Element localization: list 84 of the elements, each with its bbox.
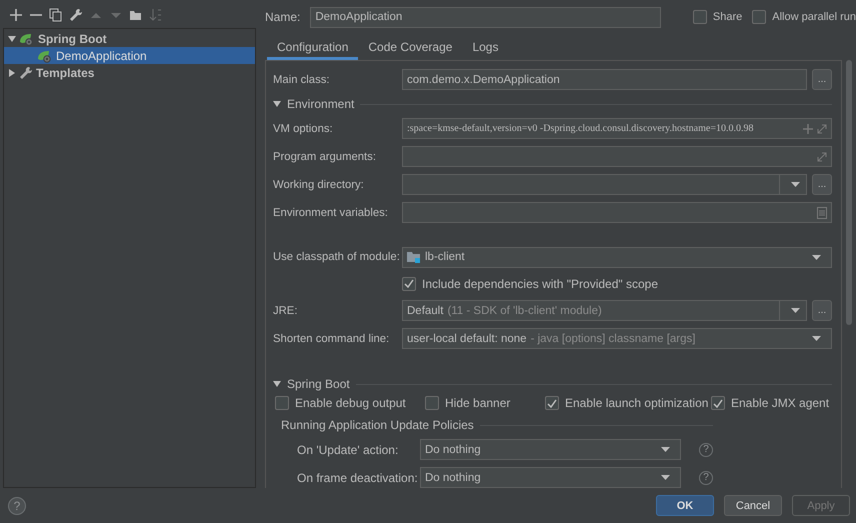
checkbox[interactable] bbox=[402, 276, 416, 291]
section-title: Running Application Update Policies bbox=[281, 418, 474, 432]
check-mark-icon bbox=[404, 279, 414, 288]
expand-icon[interactable] bbox=[817, 152, 827, 162]
dropdown-field[interactable]: Do nothing bbox=[420, 439, 681, 460]
browse-button[interactable]: ... bbox=[812, 69, 832, 90]
input-field[interactable]: com.demo.x.DemoApplication bbox=[402, 69, 807, 90]
dropdown-arrow-icon bbox=[790, 182, 800, 187]
dropdown-field[interactable]: user-local default: none - java [options] classname [args] bbox=[402, 328, 832, 350]
field-label: Program arguments: bbox=[273, 150, 377, 164]
field-value: user-local default: none bbox=[407, 332, 527, 345]
help-button[interactable]: ? bbox=[8, 496, 26, 514]
field-hint: (11 - SDK of 'lb-client' module) bbox=[447, 304, 602, 317]
field-label: Shorten command line: bbox=[273, 332, 390, 346]
expand-arrow-icon[interactable] bbox=[8, 34, 16, 42]
field-label: Working directory: bbox=[273, 178, 365, 192]
dialog-button[interactable]: OK bbox=[656, 495, 714, 516]
browse-button[interactable]: ... bbox=[812, 300, 832, 322]
input-field[interactable] bbox=[402, 146, 832, 167]
dropdown-field[interactable]: Default (11 - SDK of 'lb-client' module) bbox=[402, 300, 807, 322]
leaf-gear-icon bbox=[37, 48, 53, 62]
dropdown-arrow-icon bbox=[790, 308, 800, 314]
checkbox-label: Allow parallel run bbox=[772, 11, 856, 23]
checkbox-label: Hide banner bbox=[445, 396, 510, 410]
tab[interactable]: Logs bbox=[462, 34, 508, 60]
section-title: Spring Boot bbox=[287, 377, 350, 392]
wrench-icon bbox=[19, 66, 33, 80]
tab[interactable]: Code Coverage bbox=[358, 34, 462, 60]
checkbox[interactable] bbox=[752, 10, 766, 24]
expand-arrow-icon[interactable] bbox=[8, 68, 16, 76]
dropdown-field[interactable] bbox=[402, 174, 807, 195]
help-button[interactable]: ? bbox=[699, 442, 713, 456]
checkbox-label: Share bbox=[712, 11, 742, 23]
tree-item[interactable]: DemoApplication bbox=[4, 47, 255, 64]
checkbox-label: Enable JMX agent bbox=[731, 396, 830, 410]
field-label: Main class: bbox=[273, 72, 331, 86]
checkbox-label: Enable launch optimization bbox=[565, 396, 708, 410]
field-hint: - java [options] classname [args] bbox=[530, 332, 696, 345]
leaf-gear-icon bbox=[19, 32, 35, 46]
tab[interactable]: Configuration bbox=[267, 34, 358, 60]
help-button[interactable]: ? bbox=[699, 470, 713, 484]
check-mark-icon bbox=[547, 398, 557, 408]
name-label: Name: bbox=[265, 10, 300, 24]
field-label: VM options: bbox=[273, 122, 334, 136]
field-value: lb-client bbox=[425, 251, 465, 264]
expand-arrow-icon[interactable] bbox=[273, 380, 281, 388]
folder-icon[interactable] bbox=[129, 8, 143, 22]
checkbox-label: Include dependencies with "Provided" scope bbox=[422, 276, 658, 291]
dropdown-arrow-icon bbox=[812, 254, 821, 260]
field-label: Environment variables: bbox=[273, 206, 389, 220]
checkbox[interactable] bbox=[425, 396, 439, 410]
section-title: Environment bbox=[287, 97, 354, 111]
checkbox[interactable] bbox=[711, 396, 725, 410]
field-label: JRE: bbox=[273, 304, 298, 318]
dropdown-arrow-icon bbox=[661, 447, 670, 452]
checkbox[interactable] bbox=[545, 396, 559, 410]
scrollbar-thumb[interactable] bbox=[846, 60, 852, 325]
checkbox[interactable] bbox=[275, 396, 289, 410]
input-field[interactable] bbox=[402, 202, 832, 223]
dialog-button[interactable]: Cancel bbox=[724, 495, 782, 516]
expand-arrow-icon[interactable] bbox=[273, 100, 281, 108]
browse-button[interactable]: ... bbox=[812, 174, 832, 195]
expand-icon[interactable] bbox=[817, 124, 827, 134]
copy-icon[interactable] bbox=[49, 8, 63, 22]
field-label: On 'Update' action: bbox=[297, 442, 400, 456]
tree-item[interactable]: Templates bbox=[4, 64, 255, 81]
field-label: On frame deactivation: bbox=[297, 470, 415, 484]
field-value: Default bbox=[407, 304, 444, 317]
vm-options-field[interactable]: :space=kmse-default,version=v0 -Dspring.cloud.consul.discovery.hostname=10.0.0.98 bbox=[402, 118, 832, 139]
sort-icon[interactable] bbox=[149, 8, 163, 22]
dropdown-field[interactable]: Do nothing bbox=[420, 467, 681, 488]
check-mark-icon bbox=[713, 398, 723, 408]
add-icon[interactable] bbox=[9, 8, 23, 22]
list-icon[interactable] bbox=[817, 206, 827, 218]
wrench-icon[interactable] bbox=[69, 8, 83, 22]
name-field[interactable]: DemoApplication bbox=[310, 6, 661, 28]
checkbox[interactable] bbox=[692, 10, 707, 24]
tree-item[interactable]: Spring Boot bbox=[4, 30, 255, 47]
dropdown-arrow-icon bbox=[812, 336, 821, 342]
dropdown-field[interactable]: lb-client bbox=[402, 246, 832, 268]
dropdown-arrow-icon bbox=[661, 475, 670, 480]
module-folder-icon bbox=[407, 250, 421, 264]
checkbox-label: Enable debug output bbox=[295, 396, 406, 410]
field-label: Use classpath of module: bbox=[273, 250, 397, 264]
